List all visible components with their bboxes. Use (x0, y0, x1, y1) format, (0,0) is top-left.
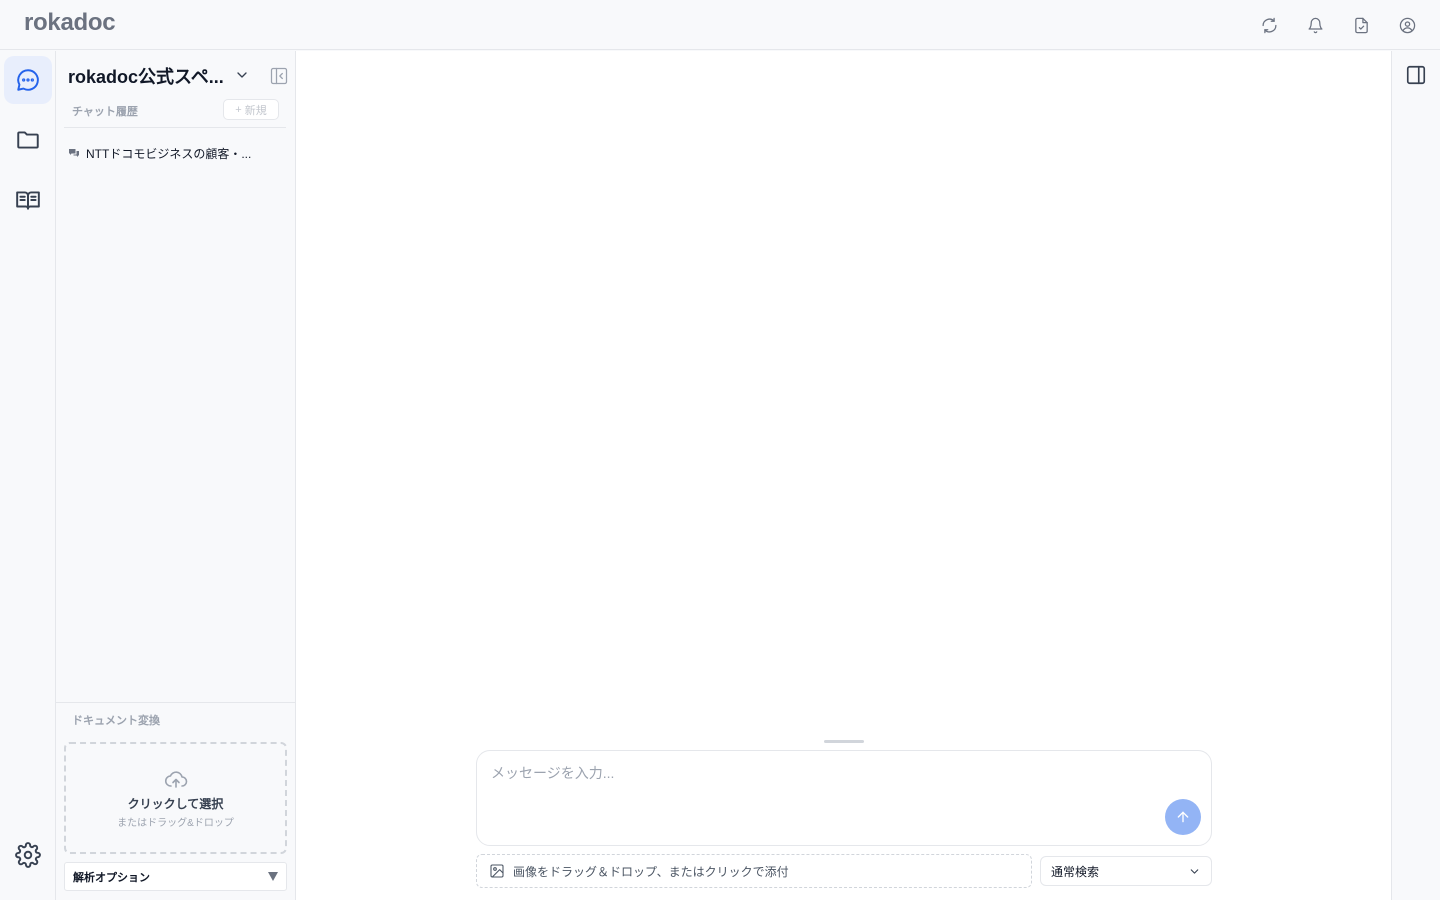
chat-bubbles-icon (69, 149, 79, 157)
chat-bubble-icon (17, 69, 39, 91)
document-icon[interactable] (1349, 13, 1373, 37)
workspace-title[interactable]: rokadoc公式スペ... (68, 63, 236, 89)
settings-button[interactable] (4, 831, 52, 879)
chat-sidebar: rokadoc公式スペ... チャット履歴 + 新規 NTTドコモビジネスの顧客… (56, 51, 296, 900)
dropzone-title: クリックして選択 (127, 797, 224, 811)
new-chat-label: 新規 (244, 104, 267, 117)
image-icon (490, 864, 504, 878)
folder-icon (17, 131, 39, 149)
parse-options-label: 解析オプション (73, 871, 150, 884)
triangle-down-icon (268, 872, 278, 881)
chevron-down-icon[interactable] (234, 67, 250, 83)
send-button[interactable] (1165, 799, 1201, 835)
panel-right-icon[interactable] (1405, 64, 1427, 86)
chat-history-title: NTTドコモビジネスの顧客・... (86, 146, 252, 161)
right-rail (1391, 51, 1440, 900)
document-dropzone[interactable]: クリックして選択 またはドラッグ&ドロップ (64, 742, 287, 854)
parse-options-select[interactable]: 解析オプション (64, 862, 287, 891)
book-open-icon (16, 191, 40, 210)
rail-item-chat[interactable] (4, 56, 52, 104)
search-mode-select[interactable]: 通常検索 (1040, 856, 1212, 886)
message-composer (476, 750, 1212, 846)
message-input[interactable] (491, 763, 1151, 823)
top-bar: rokadoc (0, 0, 1440, 50)
collapse-sidebar-icon[interactable] (269, 66, 289, 86)
attach-label: 画像をドラッグ＆ドロップ、またはクリックで添付 (513, 864, 789, 879)
composer-resize-handle[interactable] (824, 740, 864, 743)
cloud-upload-icon (164, 771, 187, 788)
doc-convert-label: ドキュメント変換 (72, 715, 160, 727)
divider (56, 702, 295, 703)
chat-main-area: 画像をドラッグ＆ドロップ、またはクリックで添付 通常検索 (296, 51, 1391, 900)
image-attach-dropzone[interactable]: 画像をドラッグ＆ドロップ、またはクリックで添付 (476, 854, 1032, 888)
rail-item-folders[interactable] (4, 116, 52, 164)
divider (64, 127, 286, 128)
search-mode-label: 通常検索 (1051, 864, 1100, 879)
icon-rail (0, 51, 56, 900)
app-logo[interactable]: rokadoc (24, 9, 116, 37)
gear-icon (15, 842, 41, 868)
dropzone-subtitle: またはドラッグ&ドロップ (117, 818, 234, 829)
chat-history-label: チャット履歴 (72, 106, 138, 118)
rail-item-library[interactable] (4, 176, 52, 224)
bell-icon[interactable] (1303, 13, 1327, 37)
arrow-up-icon (1177, 811, 1189, 823)
new-chat-button[interactable]: + 新規 (223, 99, 279, 120)
plus-icon: + (235, 103, 242, 116)
user-circle-icon[interactable] (1395, 13, 1419, 37)
chat-history-item[interactable]: NTTドコモビジネスの顧客・... (64, 141, 286, 165)
refresh-icon[interactable] (1257, 13, 1281, 37)
chevron-down-icon (1190, 869, 1199, 874)
